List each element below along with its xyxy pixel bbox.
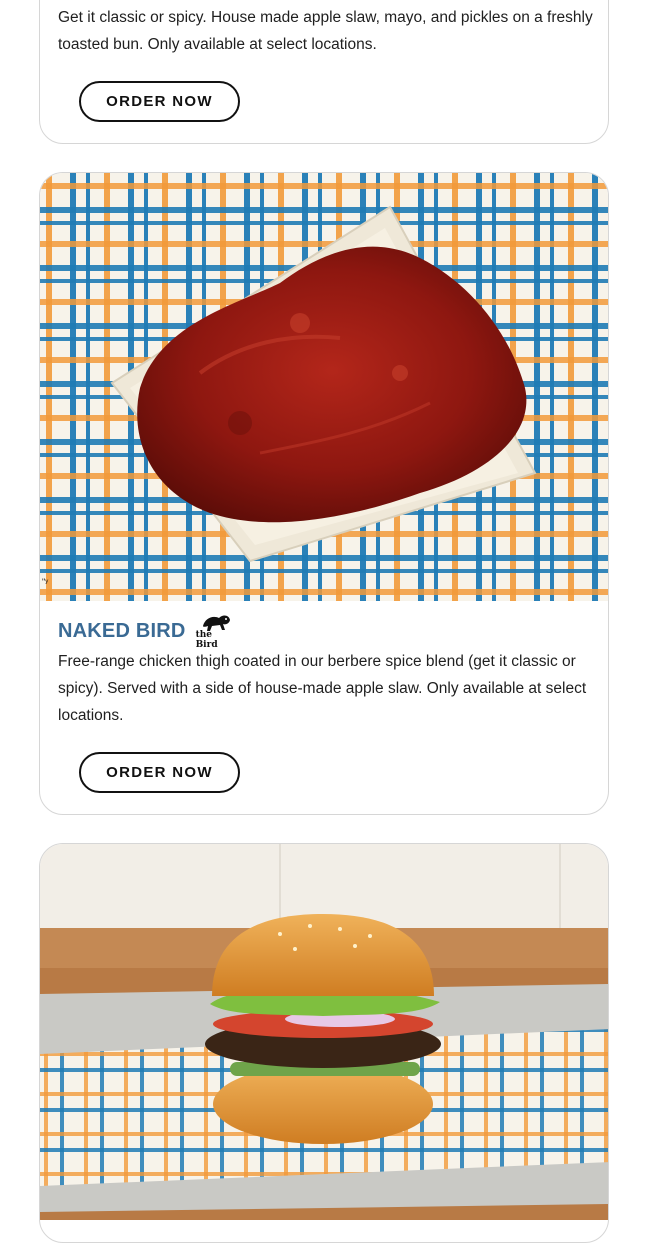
item-description: Free-range chicken thigh coated in our b… bbox=[58, 653, 587, 724]
item-description: Get it classic or spicy. House made appl… bbox=[58, 9, 593, 53]
item-title: NAKED BIRD bbox=[58, 619, 186, 642]
menu-card-burger bbox=[39, 843, 609, 1243]
order-now-button[interactable]: ORDER NOW bbox=[79, 81, 240, 122]
naked-bird-photo: "ʸ bbox=[40, 173, 608, 601]
badge-text: the Bird bbox=[195, 630, 218, 650]
bird-logo-icon: the Bird bbox=[196, 612, 236, 650]
burger-photo bbox=[40, 844, 608, 1220]
menu-card-top: Get it classic or spicy. House made appl… bbox=[39, 0, 609, 144]
item-title-row: NAKED BIRD the Bird bbox=[58, 612, 236, 650]
order-now-button[interactable]: ORDER NOW bbox=[79, 752, 240, 793]
photo-mark: "ʸ bbox=[42, 577, 49, 587]
menu-card-naked-bird: "ʸ NAKED BIRD the Bird Free-range chicke… bbox=[39, 172, 609, 815]
